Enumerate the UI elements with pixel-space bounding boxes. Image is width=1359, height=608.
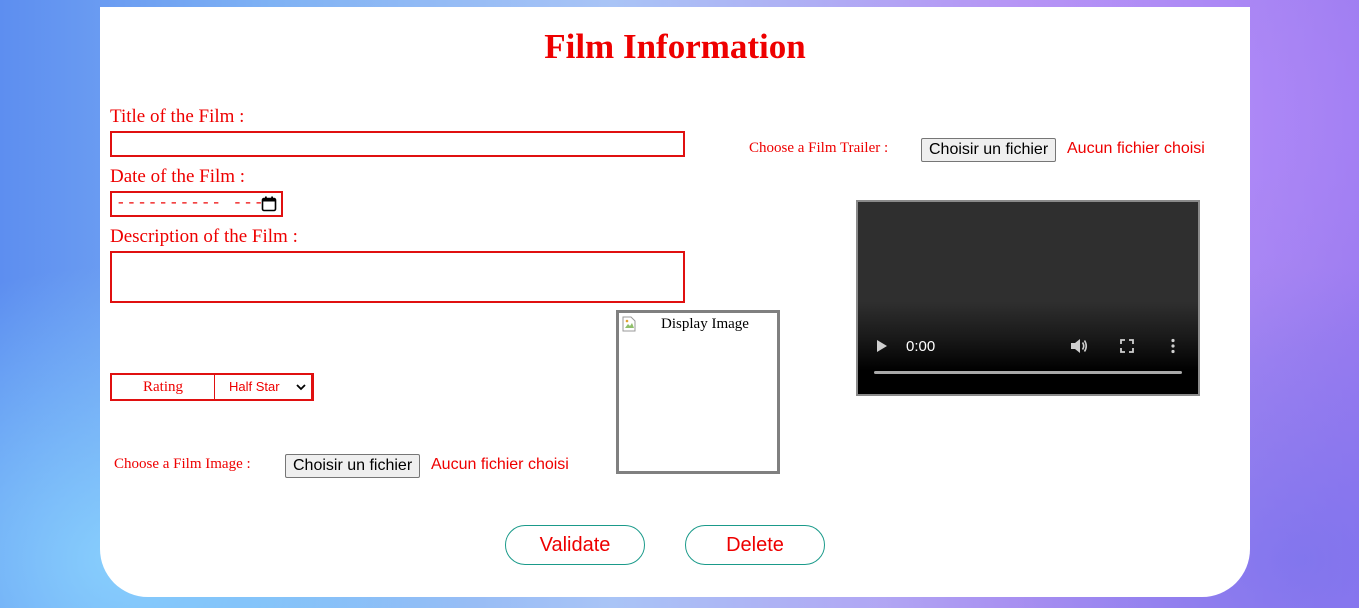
play-icon[interactable]: [876, 339, 888, 353]
date-placeholder: ---------- ---: [116, 194, 265, 212]
volume-icon[interactable]: [1070, 338, 1088, 354]
film-trailer-label: Choose a Film Trailer :: [749, 140, 889, 156]
delete-button[interactable]: Delete: [685, 525, 825, 565]
video-time: 0:00: [906, 338, 936, 355]
title-input[interactable]: [110, 131, 685, 157]
chevron-down-icon: [296, 384, 306, 391]
film-image-file-status: Aucun fichier choisi: [431, 456, 569, 473]
validate-button[interactable]: Validate: [505, 525, 645, 565]
fullscreen-icon[interactable]: [1120, 339, 1134, 353]
film-form-card: Film Information Title of the Film : Dat…: [100, 7, 1250, 597]
description-textarea[interactable]: [110, 251, 685, 303]
film-trailer-file-status: Aucun fichier choisi: [1067, 140, 1205, 157]
date-input[interactable]: ---------- ---: [110, 191, 283, 217]
film-image-label: Choose a Film Image :: [114, 456, 251, 472]
film-trailer-file-button[interactable]: Choisir un fichier: [921, 138, 1057, 162]
trailer-video-player[interactable]: 0:00: [856, 200, 1200, 396]
calendar-icon[interactable]: [261, 196, 277, 212]
more-vert-icon[interactable]: [1170, 338, 1176, 354]
page-title: Film Information: [544, 27, 806, 66]
rating-label: Rating: [143, 379, 183, 395]
date-label: Date of the Film :: [110, 166, 246, 187]
description-label: Description of the Film :: [110, 226, 298, 247]
rating-select-value: Half Star: [229, 379, 280, 394]
rating-select[interactable]: Half Star: [214, 375, 312, 399]
title-label: Title of the Film :: [110, 106, 245, 127]
film-image-preview: Display Image: [616, 310, 780, 474]
video-progress-bar[interactable]: [874, 371, 1182, 374]
rating-group: Rating Half Star: [110, 373, 314, 401]
film-image-file-button[interactable]: Choisir un fichier: [285, 454, 421, 478]
image-alt-text: Display Image: [661, 316, 749, 332]
